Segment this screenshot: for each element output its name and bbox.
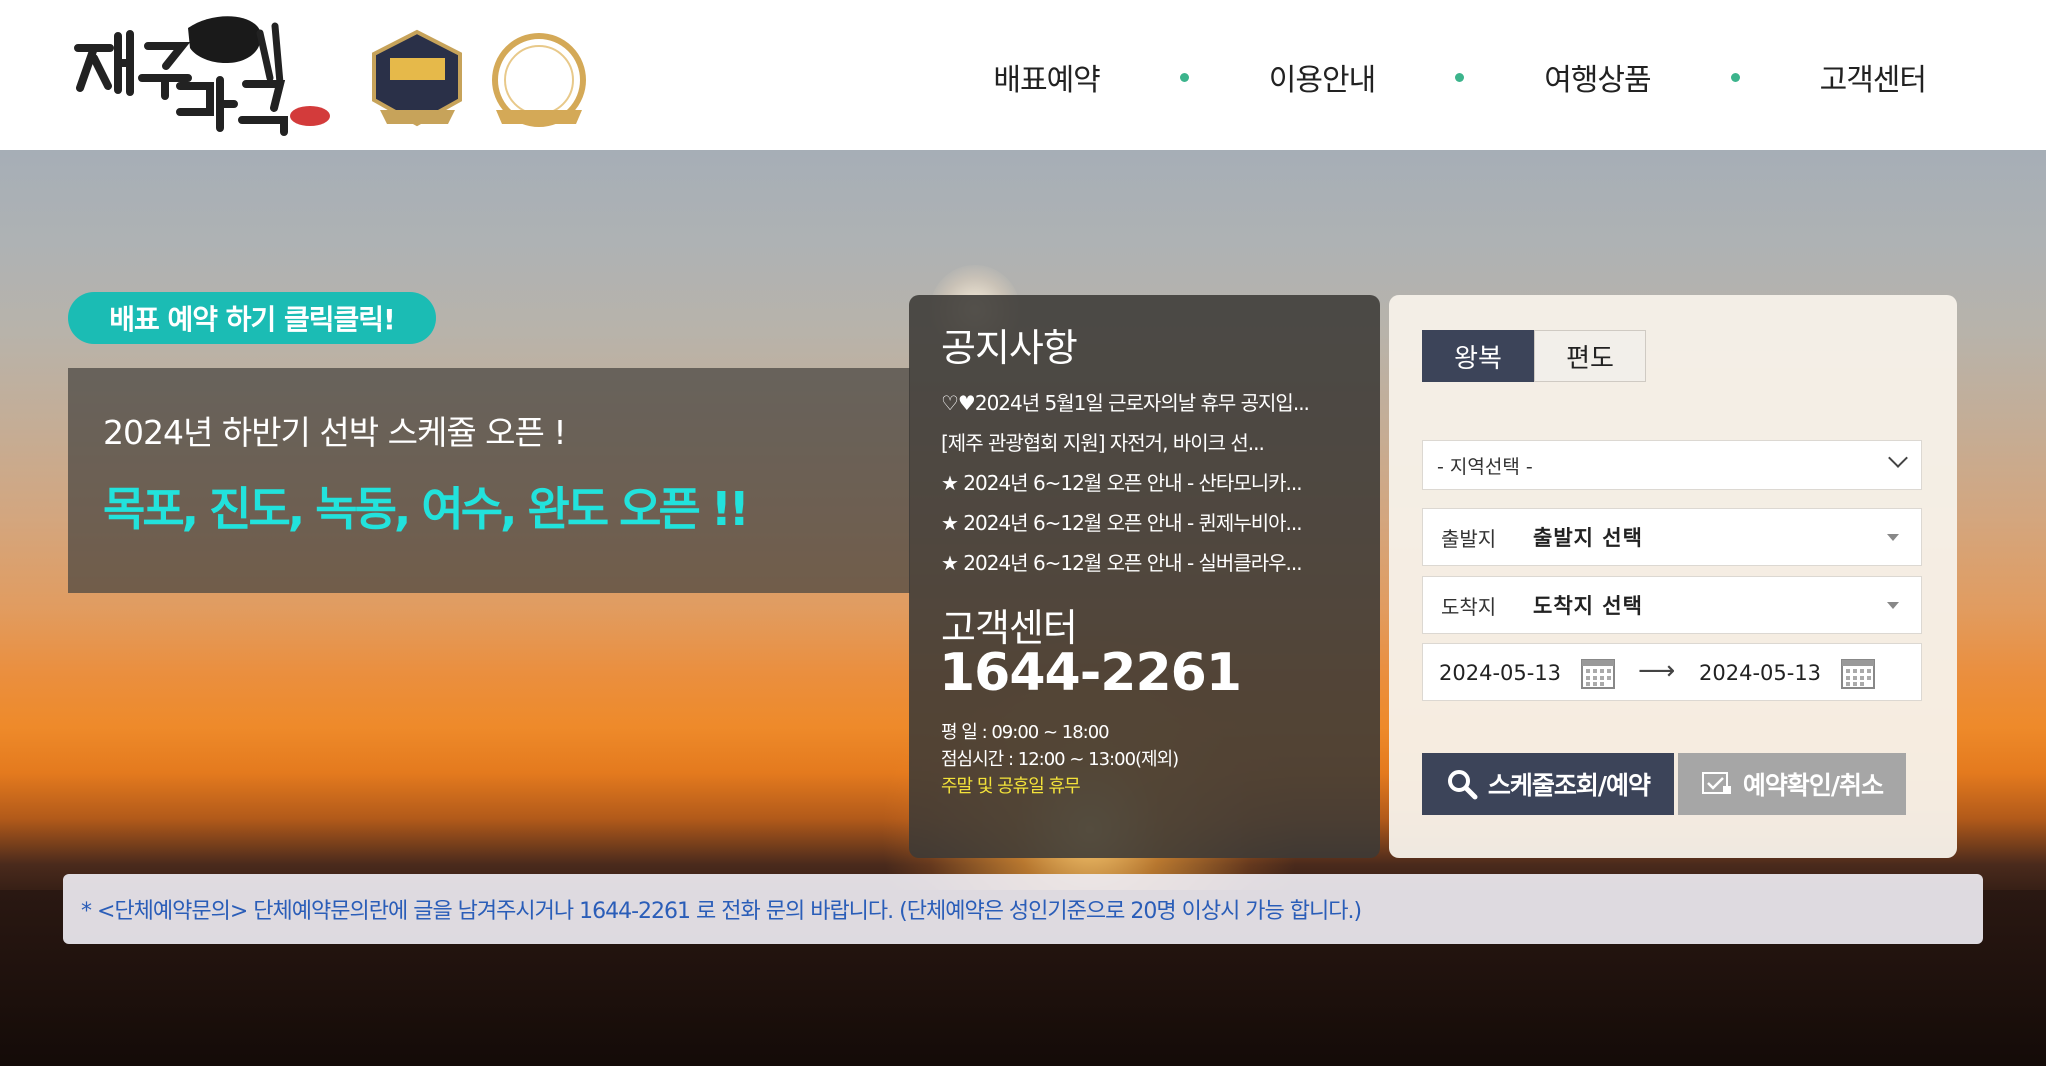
arrival-label: 도착지	[1441, 594, 1497, 619]
nav-travel-products[interactable]: 여행상품	[1544, 55, 1651, 99]
ferry-badge-graphic	[372, 29, 462, 127]
hours-lunch: 점심시간 : 12:00 ~ 13:00(제외)	[941, 749, 1179, 770]
hours-weekday: 평 일 : 09:00 ~ 18:00	[941, 722, 1110, 743]
site-logo[interactable]	[70, 8, 340, 138]
date-arrow: ⟶	[1638, 656, 1676, 686]
tab-one-way[interactable]: 편도	[1534, 330, 1646, 382]
departure-value: 출발지 선택	[1533, 526, 1643, 550]
notice-item[interactable]: ★ 2024년 6~12월 오픈 안내 - 산타모니카...	[941, 463, 1309, 503]
booking-panel: 왕복 편도 - 지역선택 - 출발지 출발지 선택 도착지 도착지 선택 202…	[1389, 295, 1957, 858]
official-agency-badge	[482, 30, 597, 135]
booking-cta-button[interactable]: 배표 예약 하기 클릭클릭!	[68, 292, 436, 344]
date-range: 2024-05-13 ⟶ 2024-05-13	[1422, 643, 1922, 701]
reservation-confirm-label: 예약확인/취소	[1742, 771, 1884, 800]
caret-down-icon	[1887, 534, 1899, 541]
calendar-icon[interactable]	[1841, 657, 1875, 689]
seaworldferry-badge	[360, 28, 475, 133]
notice-title: 공지사항	[941, 326, 1078, 370]
hours-holiday: 주말 및 공휴일 휴무	[941, 776, 1081, 797]
end-date-input[interactable]: 2024-05-13	[1699, 661, 1821, 685]
chevron-down-icon	[1888, 448, 1908, 468]
promo-box: 2024년 하반기 선박 스케쥴 오픈 ! 목포, 진도, 녹동, 여수, 완도…	[68, 368, 910, 593]
notice-item[interactable]: ♡♥2024년 5월1일 근로자의날 휴무 공지입...	[941, 383, 1310, 423]
nav-guide[interactable]: 이용안내	[1269, 55, 1376, 99]
region-select[interactable]: - 지역선택 -	[1422, 440, 1922, 490]
notice-list: ♡♥2024년 5월1일 근로자의날 휴무 공지입... [제주 관광협회 지원…	[941, 383, 1310, 583]
region-select-value: - 지역선택 -	[1437, 455, 1533, 478]
notice-item[interactable]: ★ 2024년 6~12월 오픈 안내 - 퀸제누비아...	[941, 503, 1309, 543]
nav-separator-dot	[1179, 72, 1189, 82]
nav-booking[interactable]: 배표예약	[993, 55, 1100, 99]
caret-down-icon	[1887, 602, 1899, 609]
site-header: 배표예약 이용안내 여행상품 고객센터	[0, 0, 2046, 150]
schedule-search-button[interactable]: 스케줄조회/예약	[1422, 753, 1674, 815]
promo-headline: 2024년 하반기 선박 스케쥴 오픈 !	[103, 413, 567, 452]
main-nav: 배표예약 이용안내 여행상품 고객센터	[993, 55, 1927, 99]
notice-item[interactable]: [제주 관광협회 지원] 자전거, 바이크 선...	[941, 423, 1309, 463]
business-hours: 평 일 : 09:00 ~ 18:00 점심시간 : 12:00 ~ 13:00…	[941, 719, 1179, 800]
arrival-value: 도착지 선택	[1533, 594, 1643, 618]
reservation-confirm-button[interactable]: 예약확인/취소	[1678, 753, 1906, 815]
agency-badge-graphic	[492, 33, 586, 127]
start-date-input[interactable]: 2024-05-13	[1439, 661, 1561, 685]
departure-select[interactable]: 출발지 출발지 선택	[1422, 508, 1922, 566]
calendar-icon[interactable]	[1581, 657, 1615, 689]
nav-customer-center[interactable]: 고객센터	[1820, 55, 1927, 99]
group-booking-banner: * <단체예약문의> 단체예약문의란에 글을 남겨주시거나 1644-2261 …	[63, 874, 1983, 944]
arrival-select[interactable]: 도착지 도착지 선택	[1422, 576, 1922, 634]
notice-item[interactable]: ★ 2024년 6~12월 오픈 안내 - 실버클라우...	[941, 543, 1309, 583]
logo-graphic	[74, 16, 330, 136]
hero-section: 배표 예약 하기 클릭클릭! 2024년 하반기 선박 스케쥴 오픈 ! 목포,…	[0, 150, 2046, 1066]
check-box-icon	[1701, 772, 1731, 794]
search-icon	[1447, 770, 1478, 800]
nav-separator-dot	[1455, 72, 1465, 82]
departure-label: 출발지	[1441, 526, 1497, 551]
promo-routes: 목포, 진도, 녹동, 여수, 완도 오픈 !!	[103, 482, 750, 536]
notice-panel: 공지사항 ♡♥2024년 5월1일 근로자의날 휴무 공지입... [제주 관광…	[909, 295, 1380, 858]
nav-separator-dot	[1730, 72, 1740, 82]
customer-center-phone: 1644-2261	[939, 643, 1242, 703]
schedule-search-label: 스케줄조회/예약	[1487, 771, 1651, 800]
tab-round-trip[interactable]: 왕복	[1422, 330, 1534, 382]
group-booking-text: * <단체예약문의> 단체예약문의란에 글을 남겨주시거나 1644-2261 …	[81, 899, 1362, 924]
trip-type-tabs: 왕복 편도	[1422, 330, 1646, 382]
